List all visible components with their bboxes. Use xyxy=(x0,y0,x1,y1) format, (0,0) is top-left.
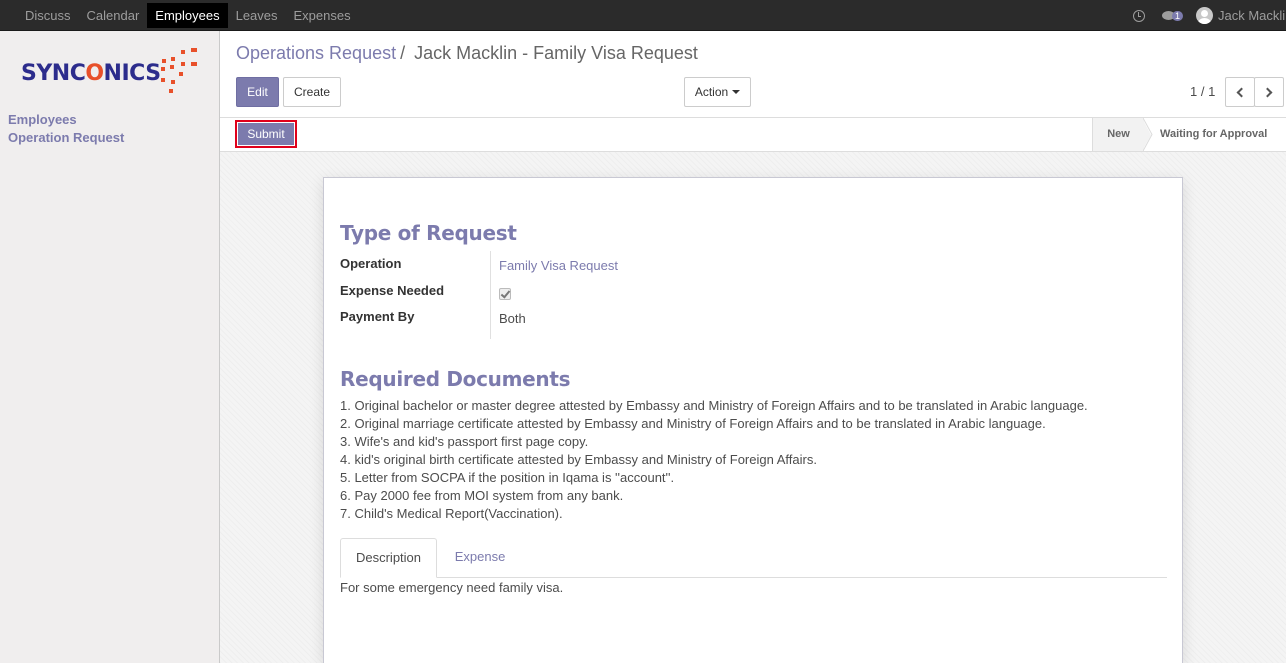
doc-line-4: 4. kid's original birth certificate atte… xyxy=(340,452,817,467)
required-documents-heading: Required Documents xyxy=(340,367,571,391)
chevron-right-icon xyxy=(1262,87,1273,97)
tab-expense[interactable]: Expense xyxy=(442,538,518,578)
doc-line-1: 1. Original bachelor or master degree at… xyxy=(340,398,1088,413)
menu-employees[interactable]: Employees xyxy=(147,3,228,28)
description-text: For some emergency need family visa. xyxy=(340,580,564,595)
doc-line-7: 7. Child's Medical Report(Vaccination). xyxy=(340,506,563,521)
breadcrumb-current: Jack Macklin - Family Visa Request xyxy=(414,43,698,63)
submit-button[interactable]: Submit xyxy=(238,123,294,145)
pager-previous-button[interactable] xyxy=(1225,77,1255,107)
payment-by-value: Both xyxy=(499,311,526,326)
doc-line-3: 3. Wife's and kid's passport first page … xyxy=(340,434,589,449)
breadcrumb-separator: / xyxy=(400,43,406,63)
company-logo: SYNCONICS xyxy=(21,47,201,97)
menu-calendar[interactable]: Calendar xyxy=(79,3,148,28)
tab-description[interactable]: Description xyxy=(340,538,437,578)
doc-line-5: 5. Letter from SOCPA if the position in … xyxy=(340,470,675,485)
menu-expenses[interactable]: Expenses xyxy=(286,3,359,28)
expense-needed-checkbox[interactable] xyxy=(499,288,511,300)
payment-by-label: Payment By xyxy=(340,309,415,324)
top-navbar: Discuss Calendar Employees Leaves Expens… xyxy=(0,0,1286,31)
type-of-request-heading: Type of Request xyxy=(340,221,517,245)
doc-line-2: 2. Original marriage certificate atteste… xyxy=(340,416,1046,431)
action-label: Action xyxy=(694,85,729,99)
user-name[interactable]: Jack Macklin xyxy=(1218,8,1286,23)
operation-label: Operation xyxy=(340,256,402,271)
edit-button[interactable]: Edit xyxy=(236,77,279,107)
pager-value[interactable]: 1 / 1 xyxy=(1190,84,1215,99)
stage-new[interactable]: New xyxy=(1092,118,1144,151)
app-menu: Discuss Calendar Employees Leaves Expens… xyxy=(17,3,359,28)
breadcrumb: Operations Request / Jack Macklin - Famil… xyxy=(236,43,698,64)
messages-count-badge: 1 xyxy=(1171,10,1183,21)
logo-wordmark: SYNCONICS xyxy=(21,61,161,86)
action-dropdown[interactable]: Action xyxy=(684,77,751,107)
doc-line-6: 6. Pay 2000 fee from MOI system from any… xyxy=(340,488,624,503)
sidebar-item-employees[interactable]: Employees xyxy=(8,112,77,127)
activity-clock-icon[interactable] xyxy=(1132,9,1145,22)
menu-leaves[interactable]: Leaves xyxy=(228,3,286,28)
expense-needed-label: Expense Needed xyxy=(340,283,445,298)
operation-value[interactable]: Family Visa Request xyxy=(499,258,618,273)
systray: 1 Jack Macklin xyxy=(1132,0,1286,31)
create-button[interactable]: Create xyxy=(283,77,341,107)
menu-discuss[interactable]: Discuss xyxy=(17,3,79,28)
breadcrumb-parent[interactable]: Operations Request xyxy=(236,43,396,63)
field-divider xyxy=(490,251,491,339)
stage-waiting-for-approval[interactable]: Waiting for Approval xyxy=(1160,118,1278,151)
chevron-left-icon xyxy=(1236,87,1247,97)
stage-divider-icon xyxy=(1143,118,1153,151)
messages-button[interactable]: 1 xyxy=(1161,10,1183,21)
pager-next-button[interactable] xyxy=(1254,77,1284,107)
user-avatar[interactable] xyxy=(1196,7,1213,24)
caret-down-icon xyxy=(732,90,741,94)
sidebar-item-operation-request[interactable]: Operation Request xyxy=(8,130,124,145)
